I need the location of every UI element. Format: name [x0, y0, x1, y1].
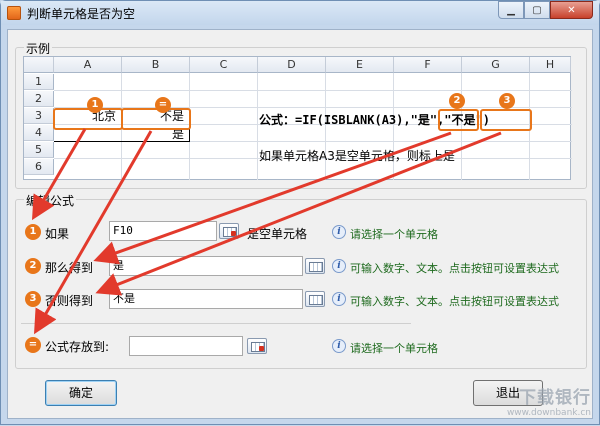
badge-then: 2: [25, 258, 41, 274]
maximize-icon: ▢: [532, 4, 542, 16]
info-icon: i: [332, 259, 346, 273]
then-label: 那么得到: [45, 261, 94, 275]
column-header: G: [462, 57, 530, 73]
gridline: [54, 90, 572, 91]
column-header: B: [122, 57, 190, 73]
then-expression-button[interactable]: [305, 258, 325, 274]
column-header: H: [530, 57, 571, 73]
close-icon: ✕: [567, 4, 576, 16]
title-bar[interactable]: 判断单元格是否为空 ▁ ▢ ✕: [1, 1, 599, 25]
ok-button[interactable]: 确定: [45, 380, 117, 406]
highlight-arg-false: [480, 109, 532, 131]
window-title: 判断单元格是否为空: [27, 7, 136, 21]
else-value-input[interactable]: 不是: [109, 289, 303, 309]
example-group-title: 示例: [24, 40, 53, 57]
if-cell-input[interactable]: F10: [109, 221, 217, 241]
badge-1: 1: [87, 97, 103, 113]
badge-store: =: [25, 337, 41, 353]
row-header: 4: [24, 125, 54, 141]
dialog-window: 判断单元格是否为空 ▁ ▢ ✕ 示例 A B C D E F G H 1 2 3…: [0, 0, 600, 425]
store-label: 公式存放到:: [45, 340, 110, 354]
info-icon: i: [332, 225, 346, 239]
row-header: 1: [24, 74, 54, 90]
column-header: A: [54, 57, 122, 73]
maximize-button[interactable]: ▢: [524, 1, 550, 19]
watermark-title: 下载银行: [519, 388, 591, 408]
store-cell-input[interactable]: [129, 336, 243, 356]
badge-2: 2: [449, 93, 465, 109]
close-button[interactable]: ✕: [550, 1, 593, 19]
watermark-url: www.downbank.cn: [506, 408, 591, 418]
row-header: 2: [24, 91, 54, 107]
formula-arg-true: "是": [410, 113, 438, 127]
info-icon: i: [332, 339, 346, 353]
highlight-arg-true: [438, 109, 479, 131]
row-header: 5: [24, 142, 54, 158]
edit-group-title: 编辑公式: [24, 192, 77, 209]
store-select-cell-button[interactable]: [247, 338, 267, 354]
badge-equals: =: [155, 97, 171, 113]
sheet-corner: [24, 57, 54, 73]
app-icon: [7, 6, 21, 20]
column-header: E: [326, 57, 394, 73]
else-expression-button[interactable]: [305, 291, 325, 307]
else-hint: 可输入数字、文本。点击按钮可设置表达式: [350, 295, 559, 308]
gridline: [257, 73, 258, 180]
minimize-button[interactable]: ▁: [498, 1, 524, 19]
column-header: D: [258, 57, 326, 73]
formula-prefix: 公式：=IF(ISBLANK(A3),: [259, 113, 411, 127]
column-header: F: [394, 57, 462, 73]
row-header: 6: [24, 159, 54, 175]
if-hint: 请选择一个单元格: [350, 228, 438, 241]
badge-3: 3: [499, 93, 515, 109]
row-header: 3: [24, 108, 54, 124]
if-suffix-label: 是空单元格: [247, 227, 308, 241]
store-hint: 请选择一个单元格: [350, 342, 438, 355]
info-icon: i: [332, 292, 346, 306]
example-note: 如果单元格A3是空单元格，则标上是: [259, 149, 455, 163]
window-controls: ▁ ▢ ✕: [498, 1, 593, 19]
then-hint: 可输入数字、文本。点击按钮可设置表达式: [350, 262, 559, 275]
if-label: 如果: [45, 227, 70, 241]
column-header: C: [190, 57, 258, 73]
badge-else: 3: [25, 291, 41, 307]
highlight-cell-b3: [121, 108, 191, 130]
highlight-cell-a3: [53, 108, 123, 130]
then-value-input[interactable]: 是: [109, 256, 303, 276]
separator: [21, 323, 411, 324]
watermark-logo: 下载银行 www.downbank.cn: [507, 383, 591, 418]
select-cell-button[interactable]: [219, 223, 239, 239]
badge-if: 1: [25, 224, 41, 240]
minimize-icon: ▁: [507, 4, 515, 16]
else-label: 否则得到: [45, 294, 94, 308]
